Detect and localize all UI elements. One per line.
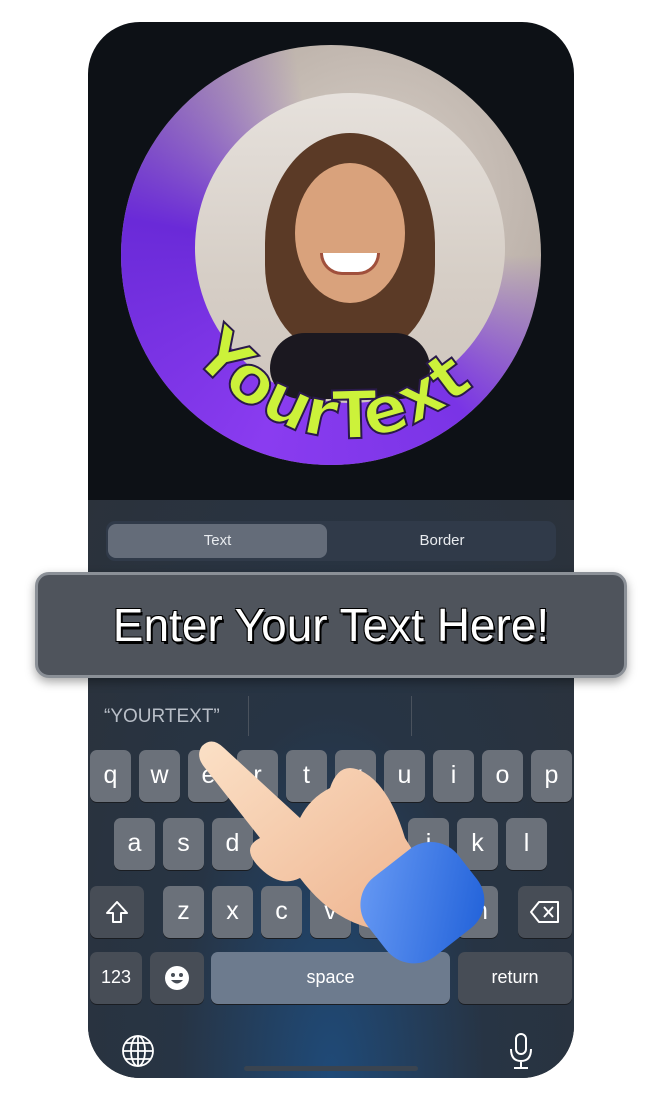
- key-p[interactable]: p: [531, 750, 572, 802]
- delete-icon: [530, 901, 559, 923]
- mode-segmented-control: Text Border: [106, 521, 556, 561]
- tab-text[interactable]: Text: [108, 524, 327, 558]
- curved-overlay-text: YourText: [178, 311, 485, 456]
- key-l[interactable]: l: [506, 818, 547, 870]
- profile-photo-preview: YourText: [121, 45, 541, 465]
- globe-icon[interactable]: [121, 1034, 155, 1068]
- key-q[interactable]: q: [90, 750, 131, 802]
- microphone-icon[interactable]: [508, 1032, 534, 1070]
- banner-text: Enter Your Text Here!: [112, 599, 550, 651]
- key-a[interactable]: a: [114, 818, 155, 870]
- instruction-banner: Enter Your Text Here!: [35, 572, 627, 678]
- svg-text:YourText: YourText: [179, 312, 484, 455]
- tab-border[interactable]: Border: [331, 524, 553, 558]
- emoji-icon: [165, 966, 189, 990]
- key-w[interactable]: w: [139, 750, 180, 802]
- promo-stage: YourText Text Border “YOURTEXT” qwertyui…: [0, 0, 661, 1100]
- pointing-hand-illustration: [199, 741, 485, 964]
- numbers-key[interactable]: 123: [90, 952, 142, 1004]
- shift-key[interactable]: [90, 886, 144, 938]
- shift-icon: [106, 901, 128, 923]
- home-indicator: [244, 1066, 418, 1071]
- delete-key[interactable]: [518, 886, 572, 938]
